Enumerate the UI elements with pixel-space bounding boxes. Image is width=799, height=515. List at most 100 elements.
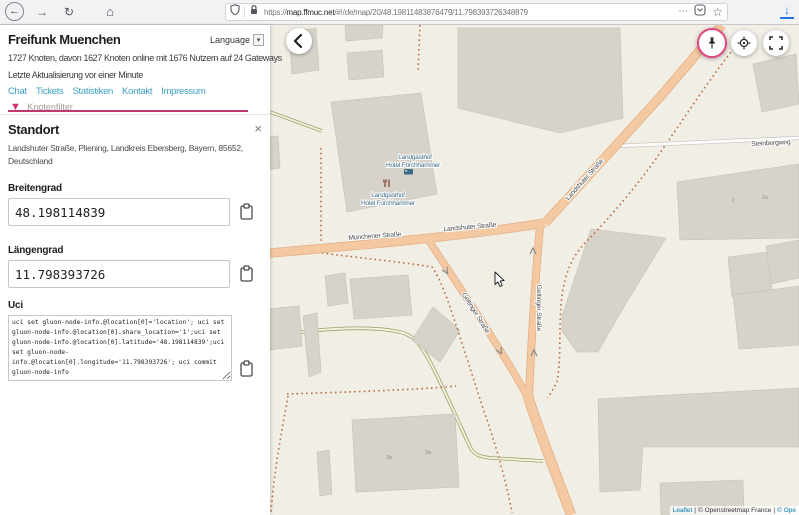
building-footprint — [303, 313, 321, 377]
location-address: Landshuter Straße, Pliening, Landkreis E… — [8, 142, 243, 168]
language-label: Language — [210, 35, 250, 45]
poi-restaurant-label-line2: Hotel Forchhammer — [361, 200, 416, 207]
browser-home-button[interactable]: ⌂ — [100, 2, 120, 22]
building-footprint — [345, 25, 383, 41]
building-footprint — [753, 54, 799, 112]
filter-row: ▼ — [10, 97, 179, 115]
sidebar-collapse-button[interactable] — [286, 28, 312, 54]
link-impressum[interactable]: Impressum — [161, 86, 205, 97]
node-stats: 1727 Knoten, davon 1627 Knoten online mi… — [8, 53, 282, 63]
close-icon[interactable]: × — [254, 121, 262, 136]
osm-france-credit[interactable]: © Openstreetmap France — [698, 507, 771, 514]
app-title: Freifunk Muenchen — [8, 32, 120, 47]
building-footprint — [270, 136, 280, 170]
osm-credit-cut[interactable]: © Ope — [777, 507, 796, 514]
house-number: 3b — [386, 455, 392, 461]
fullscreen-icon — [769, 36, 783, 50]
link-kontakt[interactable]: Kontakt — [122, 86, 152, 97]
building-footprint — [458, 28, 623, 133]
link-statistiken[interactable]: Statistiken — [73, 86, 114, 97]
standort-title: Standort — [8, 122, 59, 137]
nav-links: Chat Tickets Statistiken Kontakt Impress… — [8, 86, 205, 97]
download-button[interactable]: ↓ — [780, 3, 794, 19]
browser-forward-button[interactable]: → — [32, 2, 52, 22]
latitude-label: Breitengrad — [8, 183, 62, 194]
building-footprint — [347, 50, 384, 80]
latitude-input[interactable] — [8, 198, 230, 226]
road-geltinger-stem — [528, 396, 571, 515]
browser-window: ← → ↻ ⌂ https://map.ffmuc.net/#!/de/map/… — [0, 0, 799, 515]
pin-location-button[interactable] — [697, 28, 727, 58]
road-muenchener — [270, 223, 545, 253]
last-update: Letzte Aktualisierung vor einer Minute — [8, 70, 143, 80]
building-footprint — [733, 286, 799, 349]
filter-underline — [8, 110, 248, 112]
building-footprint — [562, 229, 666, 352]
building-footprint — [677, 164, 799, 240]
sidebar: Freifunk Muenchen Language ▾ 1727 Knoten… — [0, 25, 270, 515]
url-text: https://map.ffmuc.net/#!/de/map/20/48.19… — [264, 8, 528, 17]
hotel-icon — [404, 169, 413, 175]
building-footprint — [728, 252, 772, 297]
poi-hotel-label-line2: Hotel Forchhammer — [386, 162, 441, 169]
back-icon: ← — [9, 5, 20, 17]
map-canvas[interactable]: Landgasthof Hotel Forchhammer Landgastho… — [270, 25, 799, 515]
reload-icon: ↻ — [64, 5, 74, 19]
clipboard-icon — [239, 265, 254, 282]
pocket-icon[interactable] — [694, 3, 706, 21]
link-tickets[interactable]: Tickets — [36, 86, 64, 97]
pushpin-icon — [705, 36, 719, 50]
download-icon: ↓ — [784, 3, 790, 17]
locate-icon — [737, 36, 751, 50]
house-number: 2 — [731, 198, 734, 204]
browser-toolbar: ← → ↻ ⌂ https://map.ffmuc.net/#!/de/map/… — [0, 0, 799, 25]
uci-textarea[interactable]: uci set gluon-node-info.@location[0]='lo… — [8, 315, 232, 381]
leaflet-link[interactable]: Leaflet — [673, 507, 693, 514]
tracking-shield-icon[interactable] — [230, 3, 240, 21]
browser-back-button[interactable]: ← — [5, 2, 24, 21]
fullscreen-button[interactable] — [763, 30, 789, 56]
address-line2: Deutschland — [8, 155, 243, 168]
copy-longitude-button[interactable] — [238, 265, 254, 283]
building-footprint — [766, 240, 799, 284]
clipboard-icon — [239, 203, 254, 220]
address-bar[interactable]: https://map.ffmuc.net/#!/de/map/20/48.19… — [225, 3, 728, 21]
poi-hotel-label-line1: Landgasthof — [398, 154, 432, 161]
language-select[interactable]: Language ▾ — [210, 34, 264, 46]
street-label-steinbergweg: Steinbergweg — [751, 139, 791, 148]
locate-me-button[interactable] — [731, 30, 757, 56]
browser-reload-button[interactable]: ↻ — [59, 2, 79, 22]
building-footprint — [352, 414, 459, 492]
address-bar-divider — [244, 6, 245, 18]
building-footprint — [317, 450, 332, 496]
attribution-separator: | — [773, 507, 775, 514]
house-number: 2a — [762, 195, 769, 201]
chevron-left-icon — [286, 28, 312, 54]
copy-latitude-button[interactable] — [238, 203, 254, 221]
building-footprint — [350, 275, 412, 319]
street-label-geltinger-diagonal: Geltinger Straße — [460, 292, 491, 336]
building-footprint — [325, 273, 348, 306]
bookmark-star-icon[interactable]: ☆ — [712, 7, 723, 17]
map-attribution: Leaflet|© Openstreetmap France|© Ope — [670, 506, 799, 515]
street-label-landshuter-diagonal: Landshuter Straße — [565, 158, 606, 202]
uci-label: Uci — [8, 300, 23, 311]
home-icon: ⌂ — [106, 4, 114, 19]
clipboard-icon — [239, 360, 254, 377]
attribution-separator: | — [694, 507, 696, 514]
page-actions-icon[interactable]: ⋯ — [678, 7, 688, 17]
house-number: 3a — [425, 450, 432, 456]
copy-uci-button[interactable] — [238, 360, 254, 378]
language-dropdown-icon[interactable]: ▾ — [253, 34, 264, 46]
mouse-cursor — [495, 272, 504, 287]
building-footprint — [270, 306, 302, 350]
street-label-geltinger-vertical: Geltinger Straße — [535, 285, 542, 332]
link-chat[interactable]: Chat — [8, 86, 27, 97]
forward-icon: → — [36, 5, 48, 19]
map-tiles: Landgasthof Hotel Forchhammer Landgastho… — [270, 25, 799, 515]
address-line1: Landshuter Straße, Pliening, Landkreis E… — [8, 142, 243, 155]
building-footprint — [598, 388, 799, 492]
longitude-input[interactable] — [8, 260, 230, 288]
lock-icon[interactable] — [249, 3, 259, 21]
section-divider — [0, 114, 270, 115]
